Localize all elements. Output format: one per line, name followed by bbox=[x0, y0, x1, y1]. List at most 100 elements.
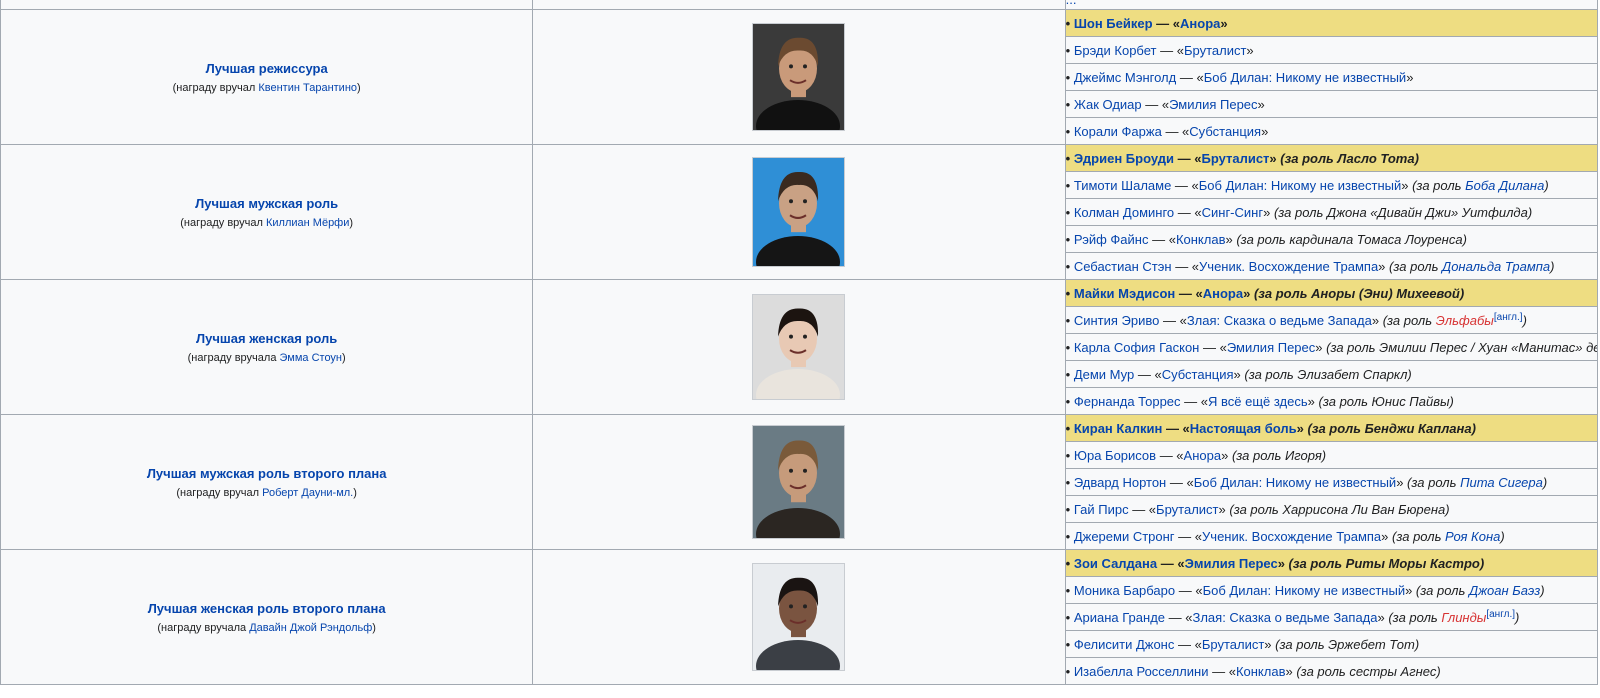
close-quote: » bbox=[1371, 313, 1383, 328]
interlanguage-link[interactable]: [англ.] bbox=[1486, 609, 1515, 620]
film-link[interactable]: Бруталист bbox=[1184, 43, 1246, 58]
separator: — « bbox=[1174, 204, 1202, 220]
category-title-link[interactable]: Лучшая режиссура bbox=[1, 61, 532, 76]
film-link[interactable]: Боб Дилан: Никому не известный bbox=[1194, 475, 1396, 490]
role-redlink[interactable]: Эльфабы bbox=[1436, 313, 1494, 328]
separator: — « bbox=[1162, 420, 1190, 436]
film-link[interactable]: Эмилия Перес bbox=[1169, 97, 1257, 112]
film-link[interactable]: Злая: Сказка о ведьме Запада bbox=[1187, 313, 1372, 328]
winner-photo[interactable] bbox=[752, 425, 846, 539]
presenter-link[interactable]: Давайн Джой Рэндольф bbox=[249, 622, 372, 634]
nominee-name-link[interactable]: Жак Одиар bbox=[1074, 97, 1142, 112]
nominee-name-link[interactable]: Гай Пирс bbox=[1074, 502, 1129, 517]
role-text: (за роль кардинала Томаса Лоуренса) bbox=[1236, 231, 1467, 247]
nominee-name-link[interactable]: Деми Мур bbox=[1074, 367, 1134, 382]
film-link[interactable]: Конклав bbox=[1236, 664, 1286, 679]
film-link[interactable]: Конклав bbox=[1176, 232, 1226, 247]
nominee-name-link[interactable]: Себастиан Стэн bbox=[1074, 259, 1172, 274]
nominee-name-link[interactable]: Зои Салдана bbox=[1074, 556, 1157, 571]
close-quote: » bbox=[1243, 285, 1254, 301]
nominee-cell: • Джереми Стронг — «Ученик. Восхождение … bbox=[1064, 522, 1599, 550]
nominee-name-link[interactable]: Джеймс Мэнголд bbox=[1074, 70, 1176, 85]
bullet: • bbox=[1065, 285, 1074, 301]
category-title-link[interactable]: Лучшая мужская роль bbox=[1, 196, 532, 211]
nominee-name-link[interactable]: Эдвард Нортон bbox=[1074, 475, 1166, 490]
nominee-name-link[interactable]: Тимоти Шаламе bbox=[1074, 178, 1171, 193]
presenter-note: (награду вручала Эмма Стоун) bbox=[1, 352, 532, 364]
film-link[interactable]: Эмилия Перес bbox=[1227, 340, 1315, 355]
film-link[interactable]: Синг-Синг bbox=[1202, 205, 1263, 220]
nominee-name-link[interactable]: Изабелла Росселлини bbox=[1074, 664, 1209, 679]
nominee-name-link[interactable]: Шон Бейкер bbox=[1074, 16, 1153, 31]
nominee-name-link[interactable]: Брэди Корбет bbox=[1074, 43, 1157, 58]
role-link[interactable]: Джоан Баэз bbox=[1469, 583, 1540, 598]
presenter-suffix: ) bbox=[353, 486, 357, 499]
category-cell: Лучшая женская роль второго плана (наград… bbox=[0, 549, 534, 685]
nominee-name-link[interactable]: Эдриен Броуди bbox=[1074, 151, 1174, 166]
film-link[interactable]: Анора bbox=[1203, 286, 1243, 301]
role-text: (за роль Эмилии Перес / Хуан «Манитас» д… bbox=[1326, 339, 1596, 355]
film-link[interactable]: Субстанция bbox=[1162, 367, 1234, 382]
film-link[interactable]: Ученик. Восхождение Трампа bbox=[1199, 259, 1378, 274]
role-redlink[interactable]: Глинды bbox=[1441, 610, 1486, 625]
nominee-name-link[interactable]: Рэйф Файнс bbox=[1074, 232, 1149, 247]
film-link[interactable]: Бруталист bbox=[1201, 151, 1269, 166]
film-link[interactable]: Злая: Сказка о ведьме Запада bbox=[1192, 610, 1377, 625]
film-link[interactable]: Бруталист bbox=[1156, 502, 1218, 517]
role-link[interactable]: Дональда Трампа bbox=[1442, 259, 1550, 274]
nominee-name-link[interactable]: Моника Барбаро bbox=[1074, 583, 1175, 598]
film-link[interactable]: Субстанция bbox=[1189, 124, 1261, 139]
bullet: • bbox=[1065, 420, 1074, 436]
presenter-link[interactable]: Киллиан Мёрфи bbox=[266, 217, 349, 229]
film-link[interactable]: Боб Дилан: Никому не известный bbox=[1199, 178, 1401, 193]
film-link[interactable]: Боб Дилан: Никому не известный bbox=[1203, 583, 1405, 598]
category-title-link[interactable]: Лучшая мужская роль второго плана bbox=[1, 466, 532, 481]
nominee-name-link[interactable]: Фернанда Торрес bbox=[1074, 394, 1181, 409]
nominee-name-link[interactable]: Киран Калкин bbox=[1074, 421, 1163, 436]
winner-photo[interactable] bbox=[752, 563, 846, 671]
nominee-name-link[interactable]: Фелисити Джонс bbox=[1074, 637, 1175, 652]
category-title-link[interactable]: Лучшая женская роль bbox=[1, 331, 532, 346]
nominee-name-link[interactable]: Колман Доминго bbox=[1074, 205, 1174, 220]
role-link[interactable]: Роя Кона bbox=[1445, 529, 1500, 544]
role-close: ) bbox=[1550, 258, 1555, 274]
winner-row: Лучшая мужская роль второго плана (наград… bbox=[0, 414, 1599, 550]
nominee-name-link[interactable]: Корали Фаржа bbox=[1074, 124, 1162, 139]
nominee-name-link[interactable]: Майки Мэдисон bbox=[1074, 286, 1175, 301]
nominee-name-link[interactable]: Синтия Эриво bbox=[1074, 313, 1160, 328]
close-quote: » bbox=[1396, 474, 1408, 490]
film-link[interactable]: Настоящая боль bbox=[1190, 421, 1297, 436]
film-link[interactable]: Анора bbox=[1184, 448, 1222, 463]
interlanguage-link[interactable]: [англ.] bbox=[1494, 312, 1523, 323]
separator: — « bbox=[1156, 42, 1184, 58]
film-link[interactable]: Ученик. Восхождение Трампа bbox=[1202, 529, 1381, 544]
bullet: • bbox=[1065, 313, 1074, 328]
nominee-cell: • Себастиан Стэн — «Ученик. Восхождение … bbox=[1064, 252, 1599, 280]
nominee-cell: • Шон Бейкер — «Анора» bbox=[1064, 9, 1599, 37]
film-link[interactable]: Бруталист bbox=[1202, 637, 1264, 652]
film-link[interactable]: Эмилия Перес bbox=[1185, 556, 1278, 571]
nominee-cell: • Изабелла Росселлини — «Конклав» (за ро… bbox=[1064, 657, 1599, 685]
winner-photo[interactable] bbox=[752, 294, 846, 400]
nominee-name-link[interactable]: Ариана Гранде bbox=[1074, 610, 1165, 625]
presenter-link[interactable]: Роберт Дауни-мл. bbox=[262, 487, 353, 499]
nominee-name-link[interactable]: Карла София Гаскон bbox=[1074, 340, 1200, 355]
separator: — « bbox=[1156, 447, 1184, 463]
film-link[interactable]: Боб Дилан: Никому не известный bbox=[1204, 70, 1406, 85]
presenter-link[interactable]: Квентин Тарантино bbox=[258, 82, 357, 94]
role-link[interactable]: Боба Дилана bbox=[1465, 178, 1544, 193]
nominee-name-link[interactable]: Юра Борисов bbox=[1074, 448, 1156, 463]
film-link[interactable]: Я всё ещё здесь bbox=[1208, 394, 1308, 409]
winner-photo[interactable] bbox=[752, 23, 846, 131]
film-link[interactable]: Анора bbox=[1180, 16, 1220, 31]
nominee-cell: • Жак Одиар — «Эмилия Перес» bbox=[1064, 90, 1599, 118]
close-quote: » bbox=[1261, 123, 1269, 139]
nominee-name-link[interactable]: Джереми Стронг bbox=[1074, 529, 1175, 544]
bullet: • bbox=[1065, 636, 1074, 652]
separator: — « bbox=[1175, 582, 1203, 598]
presenter-link[interactable]: Эмма Стоун bbox=[280, 352, 343, 364]
category-title-link[interactable]: Лучшая женская роль второго плана bbox=[1, 601, 532, 616]
role-close: ) bbox=[1540, 582, 1545, 598]
role-link[interactable]: Пита Сигера bbox=[1460, 475, 1543, 490]
winner-photo[interactable] bbox=[752, 157, 846, 267]
